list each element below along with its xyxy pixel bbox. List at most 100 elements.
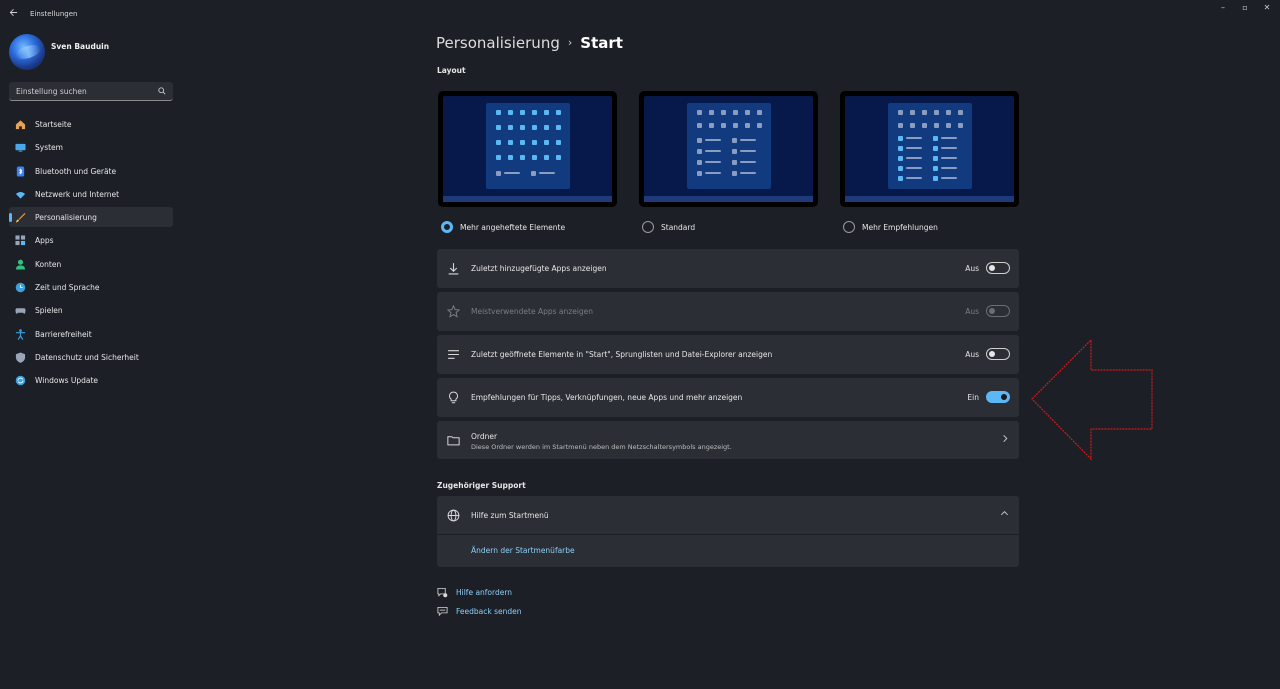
sidebar-item-barrierefreiheit[interactable]: Barrierefreiheit <box>9 324 173 344</box>
monitor-icon <box>15 142 26 153</box>
support-help-header[interactable]: Hilfe zum Startmenü <box>437 496 1019 534</box>
layout-card-more-pins[interactable] <box>438 91 617 207</box>
brush-icon <box>15 212 26 223</box>
layout-card-standard[interactable] <box>639 91 818 207</box>
preview-tile <box>932 146 938 151</box>
preview-line <box>704 139 721 141</box>
preview-tile <box>495 171 501 176</box>
star-icon <box>446 304 461 318</box>
sidebar-item-konten[interactable]: Konten <box>9 254 173 274</box>
preview-line <box>739 172 756 174</box>
radio-button[interactable] <box>441 221 453 233</box>
preview-tile <box>744 110 750 115</box>
chevron-up-icon[interactable] <box>1000 509 1009 520</box>
preview-tile <box>696 149 702 154</box>
preview-tile <box>696 110 702 115</box>
preview-tile <box>731 171 737 176</box>
preview-tile <box>932 156 938 161</box>
preview-tile <box>731 138 737 143</box>
back-arrow-icon[interactable] <box>9 8 19 20</box>
sidebar-item-netzwerk[interactable]: Netzwerk und Internet <box>9 184 173 204</box>
preview-tile <box>945 110 951 115</box>
preview-tile <box>555 110 561 115</box>
sidebar-item-startseite[interactable]: Startseite <box>9 114 173 134</box>
layout-card-more-recommendations[interactable] <box>840 91 1019 207</box>
preview-tile <box>897 166 903 171</box>
update-icon <box>15 375 26 386</box>
preview-tile <box>933 123 939 128</box>
sidebar-item-spielen[interactable]: Spielen <box>9 300 173 320</box>
preview-tile <box>897 123 903 128</box>
preview-tile <box>932 166 938 171</box>
preview-tile <box>897 110 903 115</box>
sidebar-item-personalisierung[interactable]: Personalisierung <box>9 207 173 228</box>
close-button[interactable]: ✕ <box>1259 3 1275 13</box>
preview-tile <box>708 110 714 115</box>
preview-tile <box>507 110 513 115</box>
wifi-icon <box>15 189 26 200</box>
preview-tile <box>507 140 513 145</box>
minimize-button[interactable]: – <box>1215 3 1231 13</box>
support-heading: Zugehöriger Support <box>437 481 526 490</box>
toggle-recent-items[interactable] <box>986 348 1010 360</box>
setting-folders[interactable]: Ordner Diese Ordner werden im Startmenü … <box>437 421 1019 459</box>
setting-recent-apps: Zuletzt hinzugefügte Apps anzeigen Aus <box>437 249 1019 288</box>
preview-tile <box>897 156 903 161</box>
person-icon <box>15 259 26 270</box>
home-icon <box>15 119 26 130</box>
folders-description: Diese Ordner werden im Startmenü neben d… <box>471 443 732 451</box>
sidebar-item-zeit-sprache[interactable]: Zeit und Sprache <box>9 277 173 297</box>
breadcrumb-parent[interactable]: Personalisierung <box>436 34 560 52</box>
sidebar-item-datenschutz[interactable]: Datenschutz und Sicherheit <box>9 347 173 367</box>
avatar <box>9 34 45 70</box>
feedback-link[interactable]: Feedback senden <box>437 606 557 618</box>
shield-icon <box>15 352 26 363</box>
toggle-recommendations[interactable] <box>986 391 1010 403</box>
preview-line <box>940 167 957 169</box>
preview-tile <box>909 110 915 115</box>
preview-tile <box>531 110 537 115</box>
help-chat-icon <box>437 587 448 600</box>
sidebar-item-bluetooth[interactable]: Bluetooth und Geräte <box>9 161 173 181</box>
search-icon[interactable] <box>158 87 166 95</box>
preview-line <box>905 147 922 149</box>
preview-tile <box>519 140 525 145</box>
annotation-arrow <box>1031 338 1153 461</box>
preview-tile <box>696 171 702 176</box>
user-name: Sven Bauduin <box>51 42 110 51</box>
preview-tile <box>756 123 762 128</box>
radio-button[interactable] <box>843 221 855 233</box>
user-profile[interactable]: Sven Bauduin <box>9 34 179 70</box>
preview-line <box>905 157 922 159</box>
accessibility-icon <box>15 328 26 340</box>
globe-icon <box>447 509 460 522</box>
sidebar-item-windows-update[interactable]: Windows Update <box>9 370 173 390</box>
download-icon <box>447 262 460 275</box>
preview-tile <box>495 155 501 160</box>
preview-line <box>704 161 721 163</box>
sidebar-item-system[interactable]: System <box>9 137 173 157</box>
preview-tile <box>897 176 903 181</box>
help-link[interactable]: Hilfe anfordern <box>437 587 557 599</box>
preview-tile <box>921 110 927 115</box>
sidebar-item-apps[interactable]: Apps <box>9 230 173 250</box>
preview-tile <box>731 149 737 154</box>
preview-tile <box>495 110 501 115</box>
preview-line <box>905 137 922 139</box>
preview-tile <box>731 160 737 165</box>
toggle-state-label: Aus <box>965 307 979 316</box>
toggle-recent-apps[interactable] <box>986 262 1010 274</box>
preview-tile <box>543 125 549 130</box>
preview-line <box>538 172 555 174</box>
preview-tile <box>507 125 513 130</box>
preview-line <box>704 172 721 174</box>
search-input[interactable]: Einstellung suchen <box>9 82 173 101</box>
folder-icon <box>447 434 460 447</box>
apps-icon <box>15 235 26 246</box>
maximize-button[interactable]: ▫ <box>1237 3 1253 13</box>
preview-tile <box>555 140 561 145</box>
preview-tile <box>957 123 963 128</box>
radio-button[interactable] <box>642 221 654 233</box>
preview-line <box>704 150 721 152</box>
link-change-start-color[interactable]: Ändern der Startmenüfarbe <box>471 546 575 555</box>
